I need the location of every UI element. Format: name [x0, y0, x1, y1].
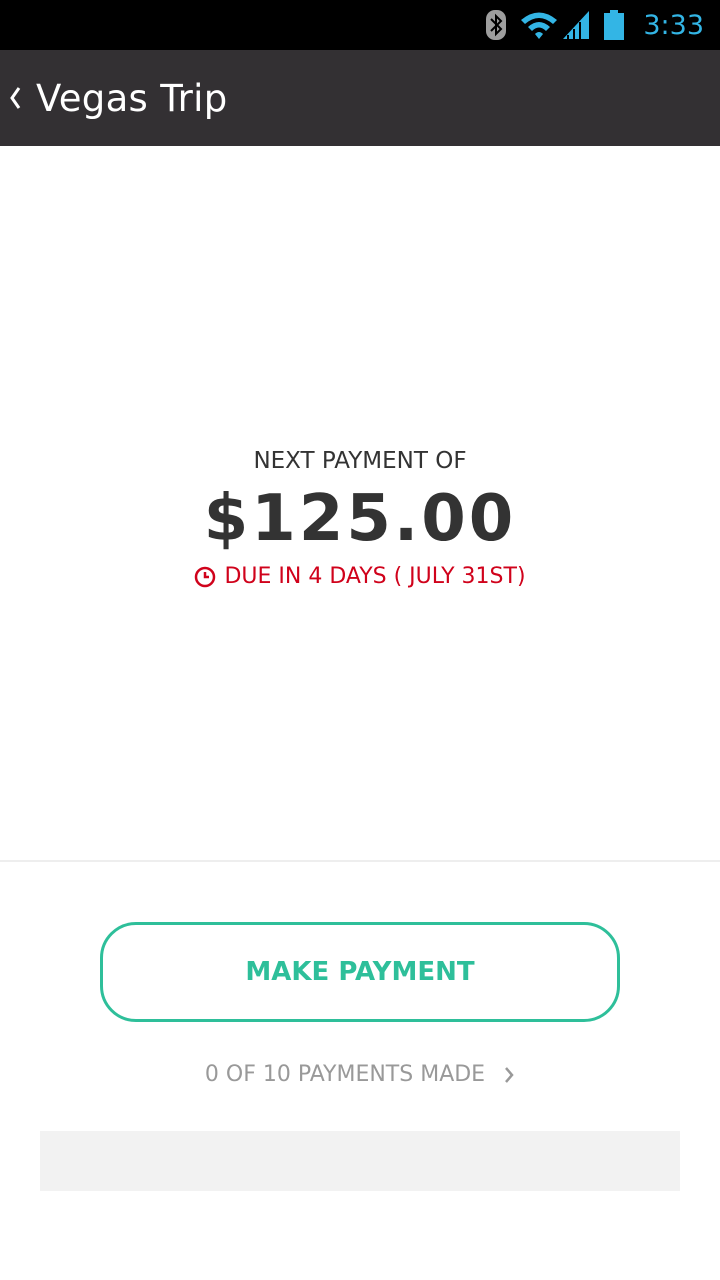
chevron-right-icon: [505, 1066, 514, 1083]
battery-icon: [604, 10, 625, 40]
next-payment-label: NEXT PAYMENT OF: [253, 448, 467, 474]
make-payment-button[interactable]: MAKE PAYMENT: [100, 922, 620, 1022]
status-bar: 3:33: [0, 0, 720, 50]
chevron-left-icon: [10, 87, 21, 109]
page-title: Vegas Trip: [36, 76, 228, 120]
app-bar: Vegas Trip: [0, 50, 720, 146]
bluetooth-icon: [486, 10, 507, 40]
status-time: 3:33: [643, 9, 704, 41]
wifi-icon: [521, 12, 558, 39]
signal-icon: [563, 11, 590, 39]
clock-icon: [195, 566, 216, 587]
due-date-row: DUE IN 4 DAYS ( JULY 31ST): [0, 564, 720, 589]
payment-amount: $125.00: [203, 482, 517, 556]
payment-summary: NEXT PAYMENT OF $125.00 DUE IN 4 DAYS ( …: [0, 146, 720, 860]
due-date-text: DUE IN 4 DAYS ( JULY 31ST): [224, 564, 526, 589]
back-button[interactable]: Vegas Trip: [0, 50, 228, 146]
status-icons: 3:33: [485, 0, 704, 50]
payments-progress-text: 0 OF 10 PAYMENTS MADE: [204, 1062, 486, 1087]
payments-progress-link[interactable]: 0 OF 10 PAYMENTS MADE: [0, 1062, 720, 1087]
divider: [0, 860, 720, 862]
footer-panel: [40, 1131, 680, 1191]
